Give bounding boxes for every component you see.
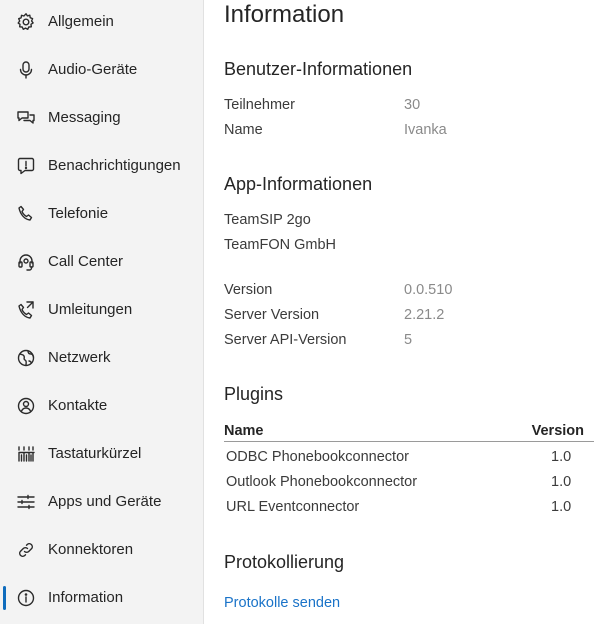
sidebar-item-label: Audio-Geräte <box>48 61 138 78</box>
page-title: Information <box>224 1 345 28</box>
settings-sidebar: Allgemein Audio-Geräte Messaging Benachr… <box>0 0 204 624</box>
globe-icon <box>16 348 36 368</box>
version-value: 0.0.510 <box>404 282 453 298</box>
table-row: Outlook Phonebookconnector 1.0 <box>224 474 594 494</box>
sidebar-item-information[interactable]: Information <box>0 578 203 618</box>
sidebar-item-benachrichtigungen[interactable]: Benachrichtigungen <box>0 146 203 186</box>
sidebar-item-label: Konnektoren <box>48 541 134 558</box>
sidebar-item-label: Call Center <box>48 253 124 270</box>
active-indicator <box>3 586 6 610</box>
sidebar-item-label: Benachrichtigungen <box>48 157 181 174</box>
sidebar-item-label: Messaging <box>48 109 121 126</box>
participant-label: Teilnehmer <box>224 97 295 113</box>
sidebar-item-netzwerk[interactable]: Netzwerk <box>0 338 203 378</box>
sidebar-item-label: Tastaturkürzel <box>48 445 142 462</box>
plugin-version: 1.0 <box>551 499 572 515</box>
sidebar-item-label: Kontakte <box>48 397 108 414</box>
plugin-name: ODBC Phonebookconnector <box>226 449 409 465</box>
name-label: Name <box>224 122 263 138</box>
plugins-table-header: Name Version <box>224 422 594 442</box>
chat-icon <box>16 108 36 128</box>
plugin-name: Outlook Phonebookconnector <box>226 474 418 490</box>
phone-icon <box>16 204 36 224</box>
plugin-name: URL Eventconnector <box>226 499 360 515</box>
sidebar-item-audio-geraete[interactable]: Audio-Geräte <box>0 50 203 90</box>
sidebar-item-telefonie[interactable]: Telefonie <box>0 194 203 234</box>
product-name: TeamSIP 2go <box>224 212 311 228</box>
sidebar-item-messaging[interactable]: Messaging <box>0 98 203 138</box>
link-icon <box>16 540 36 560</box>
plugins-heading: Plugins <box>224 384 284 404</box>
version-label: Version <box>224 282 273 298</box>
table-row: ODBC Phonebookconnector 1.0 <box>224 449 594 469</box>
sidebar-item-label: Allgemein <box>48 13 114 30</box>
notification-icon <box>16 156 36 176</box>
information-panel: Information Benutzer-Informationen Teiln… <box>204 0 605 624</box>
contact-icon <box>16 396 36 416</box>
server-version-label: Server Version <box>224 307 320 323</box>
sidebar-item-apps-und-geraete[interactable]: Apps und Geräte <box>0 482 203 522</box>
headset-icon <box>16 252 36 272</box>
microphone-icon <box>16 60 36 80</box>
user-info-heading: Benutzer-Informationen <box>224 59 413 79</box>
sliders-icon <box>16 492 36 512</box>
logging-heading: Protokollierung <box>224 552 345 572</box>
name-value: Ivanka <box>404 122 447 138</box>
keyboard-icon <box>16 444 36 464</box>
sidebar-item-label: Netzwerk <box>48 349 111 366</box>
call-forward-icon <box>16 300 36 320</box>
company-name: TeamFON GmbH <box>224 237 336 253</box>
server-api-version-label: Server API-Version <box>224 332 347 348</box>
sidebar-item-call-center[interactable]: Call Center <box>0 242 203 282</box>
server-api-version-value: 5 <box>404 332 413 348</box>
sidebar-item-label: Telefonie <box>48 205 109 222</box>
sidebar-item-label: Umleitungen <box>48 301 133 318</box>
sidebar-item-label: Information <box>48 589 124 606</box>
sidebar-item-label: Apps und Geräte <box>48 493 162 510</box>
server-version-value: 2.21.2 <box>404 307 445 323</box>
table-row: URL Eventconnector 1.0 <box>224 499 594 519</box>
sidebar-item-umleitungen[interactable]: Umleitungen <box>0 290 203 330</box>
participant-value: 30 <box>404 97 421 113</box>
app-info-heading: App-Informationen <box>224 174 373 194</box>
sidebar-item-konnektoren[interactable]: Konnektoren <box>0 530 203 570</box>
info-icon <box>16 588 36 608</box>
plugins-col-version: Version <box>531 423 584 439</box>
sidebar-item-tastaturkuerzel[interactable]: Tastaturkürzel <box>0 434 203 474</box>
plugins-col-name: Name <box>224 423 264 439</box>
plugin-version: 1.0 <box>551 474 572 490</box>
gear-icon <box>16 12 36 32</box>
send-logs-link[interactable]: Protokolle senden <box>224 595 340 611</box>
sidebar-item-allgemein[interactable]: Allgemein <box>0 2 203 42</box>
sidebar-item-kontakte[interactable]: Kontakte <box>0 386 203 426</box>
plugin-version: 1.0 <box>551 449 572 465</box>
